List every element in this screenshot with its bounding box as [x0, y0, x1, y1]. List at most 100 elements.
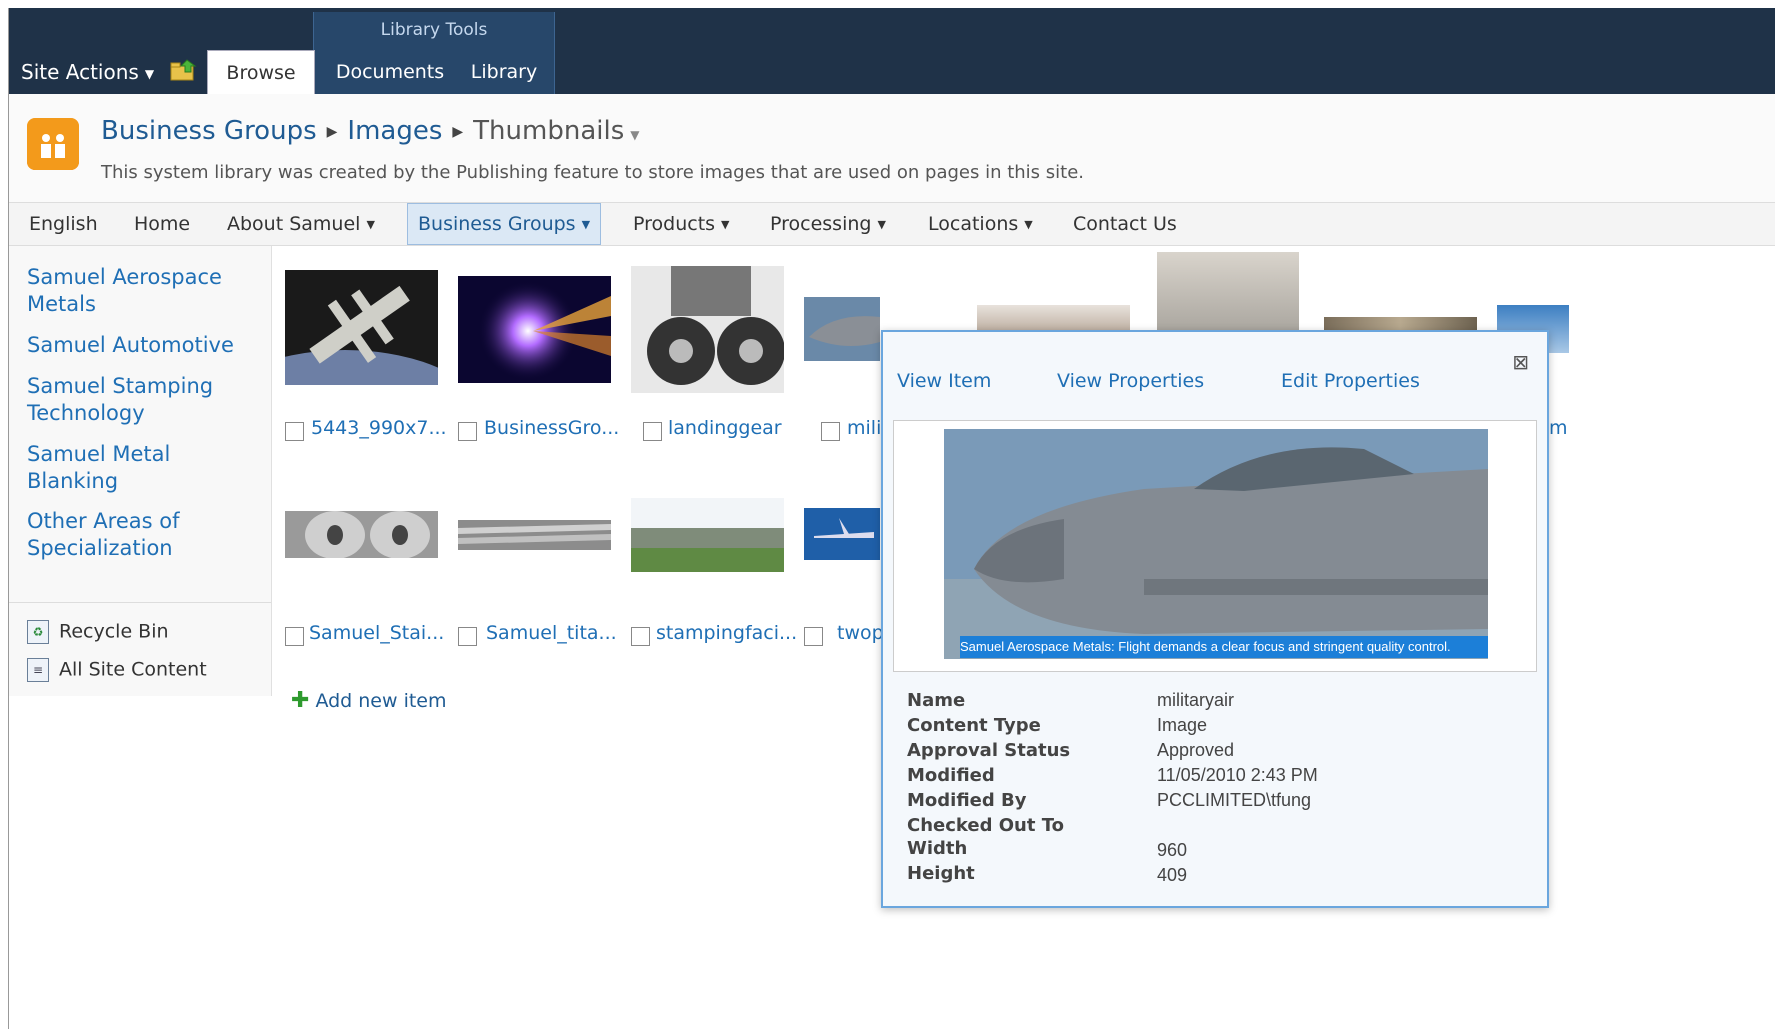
nav-contact-us[interactable]: Contact Us: [1073, 203, 1177, 245]
thumbnail-image[interactable]: [285, 270, 438, 385]
nav-locations[interactable]: Locations ▼: [928, 203, 1033, 245]
edit-properties-link[interactable]: Edit Properties: [1281, 370, 1420, 392]
quicklaunch-aerospace-metals[interactable]: Samuel Aerospace Metals: [27, 264, 263, 318]
top-nav: English Home About Samuel ▼ Business Grou…: [9, 203, 1775, 246]
recycle-bin-label: Recycle Bin: [59, 620, 169, 643]
thumbnail-image[interactable]: [804, 508, 880, 560]
navigate-up-icon[interactable]: [169, 58, 199, 82]
item-checkbox[interactable]: [643, 422, 662, 441]
breadcrumb-separator-icon: ▶: [452, 123, 464, 140]
nav-english[interactable]: English: [29, 203, 98, 245]
breadcrumb-images[interactable]: Images: [347, 116, 442, 146]
document-icon: ≡: [27, 658, 49, 682]
tab-library[interactable]: Library: [461, 50, 547, 94]
item-checkbox[interactable]: [631, 627, 650, 646]
thumbnail-label[interactable]: BusinessGro...: [484, 417, 619, 439]
view-item-link[interactable]: View Item: [897, 370, 991, 392]
property-value: Image: [1157, 715, 1208, 735]
item-checkbox[interactable]: [285, 422, 304, 441]
tab-documents[interactable]: Documents: [325, 50, 455, 94]
nav-business-groups[interactable]: Business Groups ▼: [407, 203, 602, 245]
thumbnail-label[interactable]: stampingfaci...: [656, 622, 797, 644]
nav-processing[interactable]: Processing ▼: [770, 203, 886, 245]
property-key: Content Type: [907, 715, 1041, 736]
item-checkbox[interactable]: [458, 627, 477, 646]
recycle-bin-link[interactable]: ♻ Recycle Bin: [27, 620, 169, 644]
thumbnail-label[interactable]: mili: [847, 417, 881, 439]
site-actions-menu[interactable]: Site Actions ▼: [21, 60, 154, 84]
add-new-item-label: Add new item: [315, 690, 447, 712]
thumbnail-label[interactable]: m: [1549, 417, 1568, 439]
thumbnail-label[interactable]: Samuel_Stai...: [309, 622, 444, 644]
page-description: This system library was created by the P…: [101, 162, 1085, 183]
breadcrumb-separator-icon: ▶: [326, 123, 338, 140]
property-value: Approved: [1157, 740, 1235, 760]
thumbnail-label[interactable]: 5443_990x7...: [311, 417, 447, 439]
close-icon[interactable]: ⊠: [1512, 350, 1529, 374]
preview-frame: Samuel Aerospace Metals: Flight demands …: [893, 420, 1537, 672]
thumbnail-label[interactable]: twop: [837, 622, 884, 644]
all-site-content-link[interactable]: ≡ All Site Content: [27, 658, 207, 682]
property-key: Height: [907, 863, 975, 884]
title-area: Business Groups ▶ Images ▶ Thumbnails ▼ This …: [9, 94, 1775, 203]
item-callout: ⊠ View Item View Properties Edit Propert…: [881, 330, 1549, 908]
sharepoint-page: Library Tools Site Actions ▼ Browse Docum…: [8, 8, 1775, 1029]
item-checkbox[interactable]: [821, 422, 840, 441]
nav-locations-label: Locations: [928, 213, 1019, 235]
quick-launch: Samuel Aerospace Metals Samuel Automotiv…: [9, 246, 272, 696]
nav-business-groups-label: Business Groups: [418, 213, 576, 235]
nav-products[interactable]: Products ▼: [633, 203, 730, 245]
item-checkbox[interactable]: [804, 627, 823, 646]
property-key: Checked Out To: [907, 815, 1064, 836]
preview-caption: Samuel Aerospace Metals: Flight demands …: [960, 636, 1488, 658]
property-value: 11/05/2010 2:43 PM: [1157, 765, 1318, 785]
property-key: Name: [907, 690, 966, 711]
divider: [9, 602, 271, 603]
thumbnail-label[interactable]: landinggear: [668, 417, 782, 439]
tab-browse[interactable]: Browse: [207, 50, 315, 95]
thumbnail-image[interactable]: [458, 276, 611, 383]
property-key: Modified By: [907, 790, 1027, 811]
quicklaunch-automotive[interactable]: Samuel Automotive: [27, 332, 263, 359]
thumbnail-image[interactable]: [631, 266, 784, 393]
preview-image: [944, 429, 1488, 659]
nav-home[interactable]: Home: [134, 203, 190, 245]
chevron-down-icon[interactable]: ▼: [630, 128, 639, 142]
quicklaunch-metal-blanking[interactable]: Samuel Metal Blanking: [27, 441, 263, 495]
breadcrumb: Business Groups ▶ Images ▶ Thumbnails ▼: [101, 116, 639, 146]
item-checkbox[interactable]: [458, 422, 477, 441]
quicklaunch-stamping-technology[interactable]: Samuel Stamping Technology: [27, 373, 263, 427]
site-logo-icon[interactable]: [27, 118, 79, 170]
item-checkbox[interactable]: [285, 627, 304, 646]
property-value: militaryair: [1157, 690, 1235, 710]
property-key: Width: [907, 838, 968, 859]
site-actions-label: Site Actions: [21, 60, 139, 84]
property-key: Modified: [907, 765, 995, 786]
chevron-down-icon: ▼: [366, 217, 375, 231]
thumbnail-image[interactable]: [1157, 252, 1299, 334]
property-value: PCCLIMITED\tfung: [1157, 790, 1312, 810]
all-site-content-label: All Site Content: [59, 658, 207, 681]
add-icon: ✚: [291, 688, 310, 713]
ribbon: Library Tools Site Actions ▼ Browse Docum…: [9, 8, 1775, 95]
thumbnail-image[interactable]: [631, 498, 784, 572]
property-key: Approval Status: [907, 740, 1071, 761]
library-tools-title: Library Tools: [380, 20, 488, 40]
thumbnail-image[interactable]: [285, 511, 438, 558]
breadcrumb-business-groups[interactable]: Business Groups: [101, 116, 317, 146]
property-value: 960: [1157, 840, 1188, 860]
quicklaunch-other-areas[interactable]: Other Areas of Specialization: [27, 508, 263, 562]
thumbnail-label[interactable]: Samuel_tita...: [486, 622, 617, 644]
property-value: 409: [1157, 865, 1188, 885]
chevron-down-icon: ▼: [1024, 217, 1033, 231]
chevron-down-icon: ▼: [144, 66, 155, 81]
nav-products-label: Products: [633, 213, 716, 235]
thumbnail-image[interactable]: [458, 520, 611, 550]
view-properties-link[interactable]: View Properties: [1057, 370, 1204, 392]
nav-processing-label: Processing: [770, 213, 872, 235]
thumbnail-image[interactable]: [804, 297, 880, 361]
add-new-item-link[interactable]: ✚ Add new item: [291, 688, 447, 713]
chevron-down-icon: ▼: [581, 217, 591, 231]
breadcrumb-thumbnails[interactable]: Thumbnails: [473, 116, 624, 146]
nav-about-samuel[interactable]: About Samuel ▼: [227, 203, 375, 245]
